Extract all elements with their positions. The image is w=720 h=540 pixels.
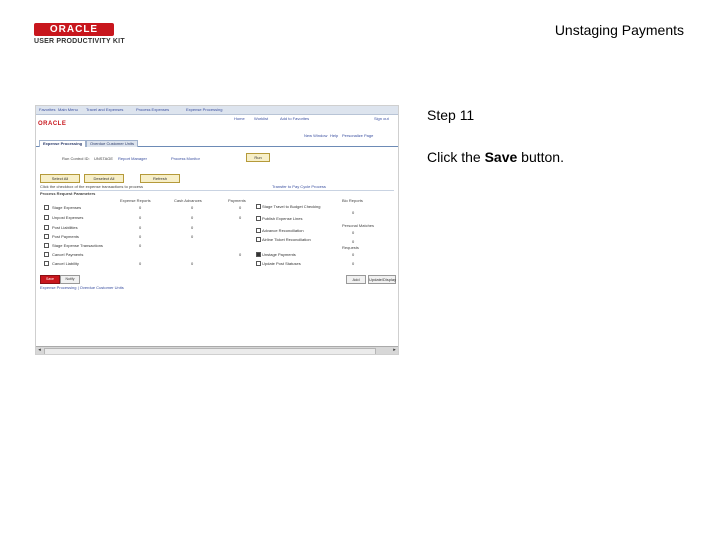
update-display-button[interactable]: Update/Display bbox=[368, 275, 396, 284]
checkbox-unpost-expenses[interactable] bbox=[44, 215, 49, 220]
row-unpost-expenses: Unpost Expenses bbox=[52, 215, 84, 220]
col-expense-reports: Expense Reports bbox=[120, 198, 151, 203]
app-oracle-logo: ORACLE bbox=[38, 121, 67, 127]
page-tabs: Expense Processing Overdue Customer Unit… bbox=[36, 139, 398, 147]
scroll-right-icon[interactable]: ▸ bbox=[391, 347, 398, 354]
row-cancel-payments: Cancel Payments bbox=[52, 252, 84, 257]
oracle-logo-text: ORACLE bbox=[49, 24, 99, 35]
nav-main-menu[interactable]: Main Menu bbox=[58, 107, 78, 112]
value: 0 bbox=[352, 230, 355, 235]
checkbox-advance-recon[interactable] bbox=[256, 228, 261, 233]
col-cash-advances: Cash Advances bbox=[174, 198, 202, 203]
nav-travel-expenses[interactable]: Travel and Expenses bbox=[86, 107, 123, 112]
col-payments: Payments bbox=[228, 198, 246, 203]
tab-expense-processing[interactable]: Expense Processing bbox=[39, 140, 87, 147]
application-screenshot: Favorites Main Menu Travel and Expenses … bbox=[35, 105, 399, 355]
value: 0 bbox=[191, 261, 194, 266]
select-all-button[interactable]: Select All bbox=[40, 174, 80, 183]
value: 0 bbox=[191, 225, 194, 230]
value: 0 bbox=[239, 215, 242, 220]
horizontal-scrollbar[interactable]: ◂ ▸ bbox=[36, 346, 398, 354]
value: 0 bbox=[239, 205, 242, 210]
value: 0 bbox=[139, 261, 142, 266]
run-button[interactable]: Run bbox=[246, 153, 270, 162]
deselect-all-button[interactable]: Deselect All bbox=[84, 174, 124, 183]
link-personalize-page[interactable]: Personalize Page bbox=[342, 133, 373, 138]
link-help[interactable]: Help bbox=[330, 133, 338, 138]
value: 0 bbox=[191, 205, 194, 210]
link-home[interactable]: Home bbox=[234, 116, 245, 121]
process-instruction: Click the checkbox of the expense transa… bbox=[40, 184, 143, 189]
row-update-post: Update Post Statuses bbox=[262, 261, 301, 266]
value: 0 bbox=[352, 252, 355, 257]
link-worklist[interactable]: Worklist bbox=[254, 116, 268, 121]
value: 0 bbox=[239, 252, 242, 257]
value: 0 bbox=[139, 215, 142, 220]
run-control-label: Run Control ID: bbox=[62, 156, 90, 161]
oracle-logo: ORACLE bbox=[34, 23, 114, 36]
checkbox-stage-expense-trans[interactable] bbox=[44, 243, 49, 248]
col-bio-reports: Bio Reports bbox=[342, 198, 363, 203]
value: 0 bbox=[139, 205, 142, 210]
row-airline-recon: Airline Ticket Reconciliation bbox=[262, 237, 311, 242]
report-manager-link[interactable]: Report Manager bbox=[118, 156, 147, 161]
step-instruction: Click the Save button. bbox=[427, 149, 564, 165]
checkbox-airline-recon[interactable] bbox=[256, 237, 261, 242]
value: 0 bbox=[191, 215, 194, 220]
checkbox-stage-expenses[interactable] bbox=[44, 205, 49, 210]
document-title: Unstaging Payments bbox=[554, 22, 684, 38]
save-button[interactable]: Save bbox=[40, 275, 60, 284]
value: 0 bbox=[139, 225, 142, 230]
nav-process-expenses[interactable]: Process Expenses bbox=[136, 107, 169, 112]
checkbox-cancel-liability[interactable] bbox=[44, 261, 49, 266]
value: 0 bbox=[352, 210, 355, 215]
section-title: Process Request Parameters bbox=[40, 191, 96, 196]
row-unstage-payments: Unstage Payments bbox=[262, 252, 296, 257]
run-control-value: UNSTAGE bbox=[94, 156, 114, 161]
top-navigation-bar: Favorites Main Menu Travel and Expenses … bbox=[36, 106, 398, 115]
value: 0 bbox=[139, 243, 142, 248]
link-new-window[interactable]: New Window bbox=[304, 133, 327, 138]
link-sign-out[interactable]: Sign out bbox=[374, 116, 389, 121]
checkbox-publish-expense[interactable] bbox=[256, 216, 261, 221]
checkbox-update-post[interactable] bbox=[256, 261, 261, 266]
checkbox-stage-travel[interactable] bbox=[256, 204, 261, 209]
link-add-favorites[interactable]: Add to Favorites bbox=[280, 116, 309, 121]
value: 0 bbox=[352, 239, 355, 244]
requests-label: Requests bbox=[342, 245, 359, 250]
personal-matches-label: Personal Matches bbox=[342, 223, 375, 228]
row-stage-travel: Stage Travel to Budget Checking bbox=[262, 204, 321, 209]
value: 0 bbox=[139, 234, 142, 239]
nav-expense-processing[interactable]: Expense Processing bbox=[186, 107, 222, 112]
instruction-save-keyword: Save bbox=[484, 149, 518, 165]
scroll-left-icon[interactable]: ◂ bbox=[36, 347, 43, 354]
row-stage-expense-trans: Stage Expense Transactions bbox=[52, 243, 103, 248]
checkbox-unstage-payments[interactable] bbox=[256, 252, 261, 257]
process-monitor-link[interactable]: Process Monitor bbox=[171, 156, 200, 161]
row-advance-recon: Advance Reconciliation bbox=[262, 228, 304, 233]
checkbox-cancel-payments[interactable] bbox=[44, 252, 49, 257]
add-button[interactable]: Add bbox=[346, 275, 366, 284]
notify-button[interactable]: Notify bbox=[60, 275, 80, 284]
nav-favorites[interactable]: Favorites bbox=[39, 107, 55, 112]
upk-logo-subtext: USER PRODUCTIVITY KIT bbox=[34, 38, 125, 45]
row-cancel-liability: Cancel Liability bbox=[52, 261, 79, 266]
instruction-suffix: button. bbox=[517, 149, 564, 165]
value: 0 bbox=[352, 261, 355, 266]
row-publish-expense: Publish Expense Lines bbox=[262, 216, 303, 221]
transfer-pay-cycle-link[interactable]: Transfer to Pay Cycle Process bbox=[272, 184, 326, 189]
checkbox-post-payments[interactable] bbox=[44, 234, 49, 239]
instruction-prefix: Click the bbox=[427, 149, 485, 165]
row-post-payments: Post Payments bbox=[52, 234, 79, 239]
refresh-button[interactable]: Refresh bbox=[140, 174, 180, 183]
tab-overdue-units[interactable]: Overdue Customer Units bbox=[86, 140, 139, 147]
scroll-thumb[interactable] bbox=[44, 348, 376, 354]
bottom-links[interactable]: Expense Processing | Overdue Customer Un… bbox=[40, 285, 124, 290]
step-label: Step 11 bbox=[427, 107, 475, 123]
row-stage-expenses: Stage Expenses bbox=[52, 205, 82, 210]
checkbox-post-liabilities[interactable] bbox=[44, 225, 49, 230]
row-post-liabilities: Post Liabilities bbox=[52, 225, 78, 230]
value: 0 bbox=[191, 234, 194, 239]
